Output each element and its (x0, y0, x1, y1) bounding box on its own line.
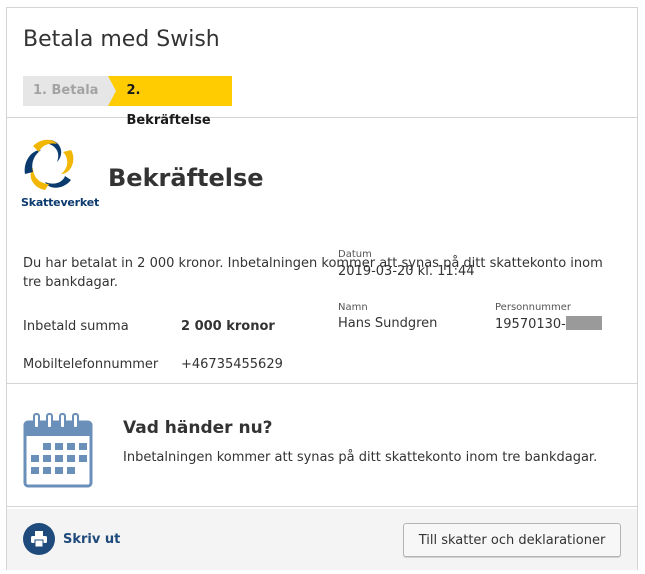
print-button[interactable]: Skriv ut (23, 523, 120, 555)
mobilnummer-value: +46735455629 (181, 357, 283, 372)
payment-description: Du har betalat in 2 000 kronor. Inbetaln… (23, 256, 603, 290)
next-steps-title: Vad händer nu? (123, 418, 273, 438)
card-header: Betala med Swish 1. Betala 2. Bekräftels… (7, 8, 637, 128)
personnummer-value: 19570130- (495, 317, 566, 332)
card-footer: Skriv ut Till skatter och deklarationer (7, 509, 637, 570)
personnummer-field: 19570130- (495, 316, 602, 332)
confirmation-section: Skatteverket Bekräftelse Datum 2019-03-2… (7, 118, 637, 384)
personnummer-label: Personnummer (495, 302, 572, 313)
payment-card: Betala med Swish 1. Betala 2. Bekräftels… (6, 7, 638, 570)
next-steps-section: Vad händer nu? Inbetalningen kommer att … (7, 384, 637, 507)
print-label: Skriv ut (63, 531, 121, 547)
namn-label: Namn (338, 302, 368, 313)
namn-value: Hans Sundgren (338, 316, 438, 331)
step-bekraftelse: 2. Bekräftelse (108, 76, 233, 128)
inbetald-summa-label: Inbetald summa (23, 319, 129, 334)
redacted-block (565, 316, 602, 330)
till-skatter-button[interactable]: Till skatter och deklarationer (403, 523, 621, 557)
next-steps-text: Inbetalningen kommer att synas på ditt s… (123, 450, 598, 465)
step-betala: 1. Betala (23, 76, 121, 106)
progress-steps: 1. Betala 2. Bekräftelse (23, 76, 233, 128)
page-title: Betala med Swish (23, 27, 220, 52)
mobilnummer-label: Mobiltelefonnummer (23, 357, 159, 372)
inbetald-summa-value: 2 000 kronor (181, 319, 275, 334)
logo-wordmark: Skatteverket (21, 196, 100, 209)
confirmation-title: Bekräftelse (108, 164, 264, 192)
printer-icon (23, 523, 55, 555)
calendar-icon (23, 413, 93, 488)
